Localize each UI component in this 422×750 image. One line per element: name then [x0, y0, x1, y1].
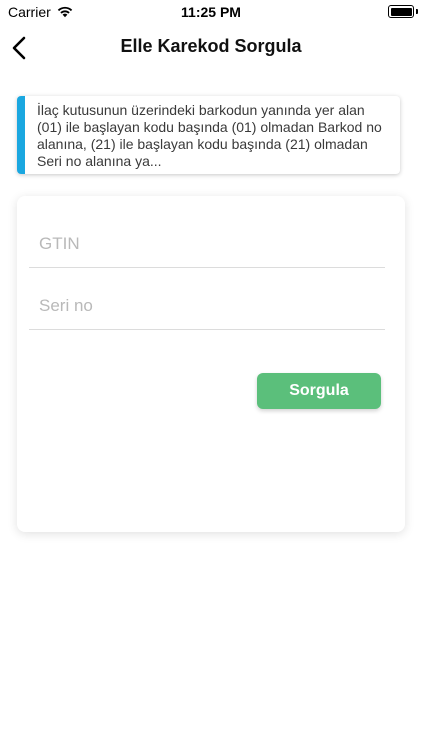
battery-icon — [388, 5, 414, 18]
info-accent-bar — [17, 96, 25, 174]
status-bar: Carrier 11:25 PM — [0, 0, 422, 24]
info-notice: İlaç kutusunun üzerindeki barkodun yanın… — [17, 96, 400, 174]
battery-tip — [416, 9, 418, 14]
navigation-bar: Elle Karekod Sorgula — [0, 26, 422, 70]
query-button[interactable]: Sorgula — [257, 373, 381, 409]
gtin-input[interactable] — [39, 234, 369, 254]
query-form-card: Sorgula — [17, 196, 405, 532]
status-time: 11:25 PM — [181, 4, 241, 20]
page-title: Elle Karekod Sorgula — [120, 36, 302, 56]
gtin-field-container — [29, 206, 385, 268]
info-text: İlaç kutusunun üzerindeki barkodun yanın… — [37, 102, 382, 169]
serial-number-input[interactable] — [39, 296, 369, 316]
serial-field-container — [29, 268, 385, 330]
